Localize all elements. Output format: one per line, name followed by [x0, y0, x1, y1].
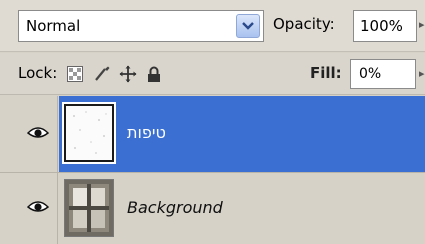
opacity-slider-arrow-icon[interactable]: ▸: [419, 18, 425, 31]
eye-icon: [26, 125, 49, 144]
fill-value: 0%: [359, 66, 382, 82]
blend-opacity-bar: Normal Opacity: 100% ▸: [0, 0, 425, 52]
layer-row[interactable]: Background: [0, 172, 425, 244]
blend-mode-dropdown[interactable]: Normal: [18, 10, 264, 42]
lock-label: Lock:: [18, 64, 58, 82]
fill-label: Fill:: [310, 64, 342, 82]
layers-panel: Normal Opacity: 100% ▸ Lock: Fill: 0% ▸ …: [0, 0, 425, 244]
fill-slider-arrow-icon[interactable]: ▸: [419, 67, 425, 80]
layer-name[interactable]: Background: [127, 198, 223, 217]
layer-thumbnail: [64, 179, 114, 237]
visibility-toggle[interactable]: [18, 96, 58, 172]
fill-input[interactable]: 0%: [350, 59, 416, 89]
opacity-input[interactable]: 100%: [353, 10, 417, 42]
layer-name[interactable]: טיפות: [127, 123, 166, 142]
layer-row[interactable]: טיפות: [0, 96, 425, 172]
blend-mode-value: Normal: [26, 17, 81, 35]
eye-icon: [26, 199, 49, 218]
lock-fill-bar: Lock: Fill: 0% ▸: [0, 53, 425, 95]
opacity-label: Opacity:: [273, 15, 335, 33]
lock-transparency-icon[interactable]: [66, 65, 84, 83]
brush-icon[interactable]: [93, 65, 111, 83]
layer-thumbnail: [62, 102, 116, 164]
opacity-value: 100%: [360, 17, 403, 35]
move-icon[interactable]: [119, 65, 137, 83]
layer-body[interactable]: טיפות: [59, 96, 425, 172]
visibility-toggle[interactable]: [18, 173, 58, 244]
lock-icon[interactable]: [145, 65, 163, 83]
chevron-down-icon[interactable]: [236, 14, 260, 38]
layer-body[interactable]: Background: [59, 173, 425, 244]
